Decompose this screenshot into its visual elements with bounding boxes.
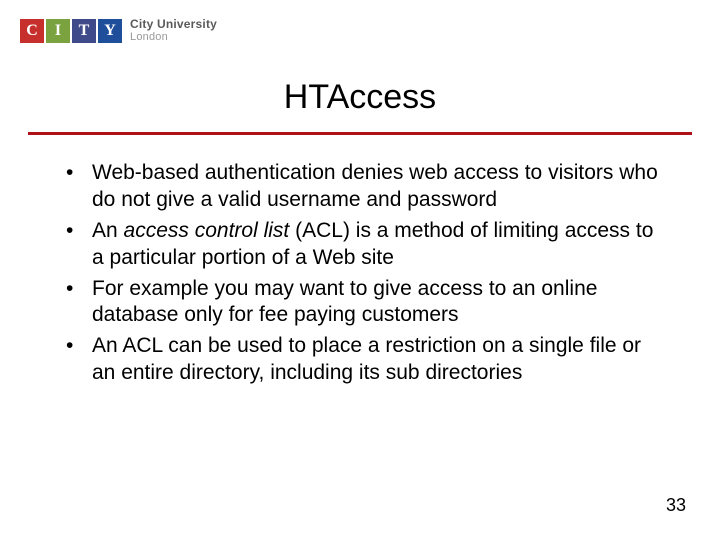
bullet-item: An access control list (ACL) is a method… bbox=[64, 218, 664, 272]
bullet-text-prefix: Web-based authentication denies web acce… bbox=[92, 161, 658, 211]
bullet-text-prefix: An bbox=[92, 219, 124, 242]
logo-text: City University London bbox=[130, 18, 217, 43]
bullet-item: An ACL can be used to place a restrictio… bbox=[64, 333, 664, 387]
slide-body: Web-based authentication denies web acce… bbox=[64, 160, 664, 391]
bullet-list: Web-based authentication denies web acce… bbox=[64, 160, 664, 387]
page-number: 33 bbox=[666, 495, 686, 516]
slide-title: HTAccess bbox=[0, 78, 720, 117]
university-logo: C I T Y City University London bbox=[20, 18, 217, 43]
bullet-item: Web-based authentication denies web acce… bbox=[64, 160, 664, 214]
bullet-text-italic: access control list bbox=[124, 219, 290, 242]
logo-text-line1: City University bbox=[130, 18, 217, 31]
bullet-text-prefix: An ACL can be used to place a restrictio… bbox=[92, 334, 641, 384]
logo-tile-c: C bbox=[20, 19, 44, 43]
title-underline bbox=[28, 132, 692, 135]
logo-tiles: C I T Y bbox=[20, 19, 122, 43]
logo-text-line2: London bbox=[130, 31, 217, 43]
logo-tile-y: Y bbox=[98, 19, 122, 43]
logo-tile-i: I bbox=[46, 19, 70, 43]
slide: C I T Y City University London HTAccess … bbox=[0, 0, 720, 540]
bullet-text-prefix: For example you may want to give access … bbox=[92, 277, 597, 327]
logo-tile-t: T bbox=[72, 19, 96, 43]
bullet-item: For example you may want to give access … bbox=[64, 276, 664, 330]
